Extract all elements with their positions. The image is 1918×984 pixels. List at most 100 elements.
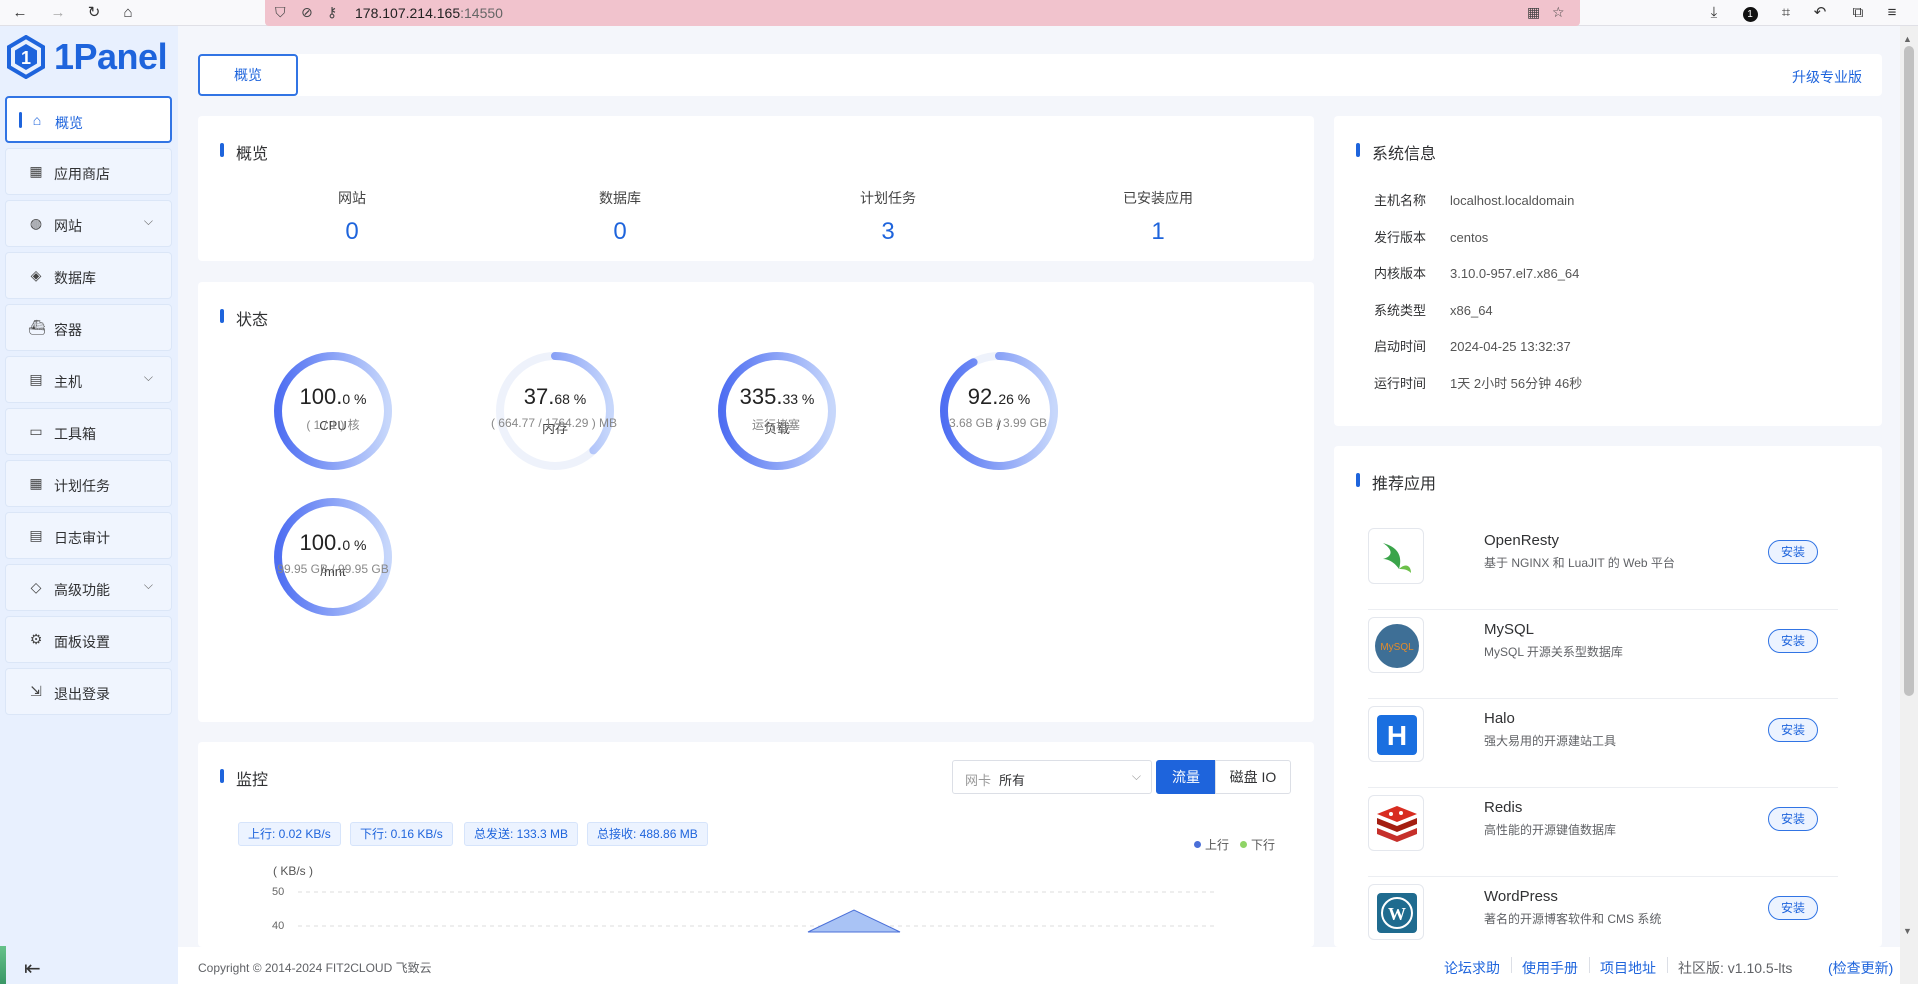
y-axis-unit: ( KB/s ) <box>273 864 314 878</box>
sidebar-item-label: 面板设置 <box>54 634 110 650</box>
gauge-value: 100.0 % <box>299 530 367 555</box>
app-name: Halo <box>1484 710 1515 727</box>
forum-link[interactable]: 论坛求助 <box>1444 958 1500 978</box>
gauge-detail: 3.68 GB / 3.99 GB <box>948 416 1048 430</box>
gauge-2: 335.33 % 负载 <box>712 346 842 476</box>
qr-code-icon[interactable]: ▦ <box>1527 4 1540 21</box>
gear-icon: ⚙ <box>29 631 43 647</box>
sidebar-item-4[interactable]: ⛴ 容器 <box>5 304 172 351</box>
menu-icon[interactable]: ≡ <box>1882 3 1902 23</box>
system-info-title: 系统信息 <box>1355 140 1436 164</box>
gauge-ring <box>496 352 614 470</box>
crop-icon[interactable]: ⌗ <box>1776 3 1796 23</box>
app-name: Redis <box>1484 799 1523 816</box>
sidebar-item-3[interactable]: ◈ 数据库 <box>5 252 172 299</box>
calendar-icon: ▦ <box>29 475 43 491</box>
copyright-text: Copyright © 2014-2024 FIT2CLOUD 飞致云 <box>198 961 432 975</box>
forward-icon[interactable]: → <box>48 3 68 23</box>
app-description: 基于 NGINX 和 LuaJIT 的 Web 平台 <box>1484 556 1675 570</box>
disk-io-button[interactable]: 磁盘 IO <box>1215 760 1291 794</box>
monitor-card: 监控 网卡 所有 ⌵ 流量 磁盘 IO 上行: 0.02 KB/s 下行: 0.… <box>198 742 1314 947</box>
sidebar-item-0[interactable]: ⌂ 概览 <box>5 96 172 143</box>
url-bar[interactable]: ⛉ ⊘ ⚷ 178.107.214.165:14550 ▦ ☆ <box>265 0 1580 26</box>
server-icon: ▤ <box>29 371 43 387</box>
sidebar-item-10[interactable]: ⚙ 面板设置 <box>5 616 172 663</box>
info-value: 2024-04-25 13:32:37 <box>1450 339 1571 354</box>
install-button[interactable]: 安装 <box>1768 540 1818 564</box>
stat-databases[interactable]: 数据库 0 <box>550 188 690 246</box>
chevron-down-icon: ⌵ <box>143 370 153 384</box>
collapse-menu-icon[interactable]: ⇤ <box>24 956 41 981</box>
logo[interactable]: 1 1Panel <box>6 34 176 80</box>
upgrade-pro-link[interactable]: 升级专业版 <box>1792 67 1862 87</box>
scroll-thumb[interactable] <box>1904 46 1914 696</box>
app-item: W WordPress 著名的开源博客软件和 CMS 系统 安装 <box>1368 878 1838 947</box>
legend-download[interactable]: 下行 <box>1240 836 1275 853</box>
nic-select[interactable]: 网卡 所有 ⌵ <box>952 760 1152 794</box>
sidebar-item-7[interactable]: ▦ 计划任务 <box>5 460 172 507</box>
sidebar-item-label: 概览 <box>55 115 83 131</box>
back-icon[interactable]: ← <box>10 3 30 23</box>
wordpress-icon: W <box>1368 884 1424 940</box>
sidebar-item-11[interactable]: ⇲ 退出登录 <box>5 668 172 715</box>
y-tick-40: 40 <box>272 920 285 932</box>
openresty-icon <box>1368 528 1424 584</box>
install-button[interactable]: 安装 <box>1768 807 1818 831</box>
undo-icon[interactable]: ↶ <box>1810 3 1830 23</box>
stat-installed-apps[interactable]: 已安装应用 1 <box>1088 188 1228 246</box>
lock-slash-icon: ⊘ <box>301 4 313 20</box>
extension-badge-icon[interactable]: 1 <box>1740 3 1760 23</box>
app-item: H Halo 强大易用的开源建站工具 安装 <box>1368 700 1838 788</box>
system-info-row: 发行版本 centos <box>1374 227 1488 246</box>
home-icon: ⌂ <box>32 112 42 128</box>
sidebar-item-5[interactable]: ▤ 主机 ⌵ <box>5 356 172 403</box>
sidebar-item-6[interactable]: ▭ 工具箱 <box>5 408 172 455</box>
sidebar-item-2[interactable]: ◍ 网站 ⌵ <box>5 200 172 247</box>
sidebar-item-label: 主机 <box>54 374 82 390</box>
docker-icon: ⛴ <box>28 319 46 335</box>
check-update-link[interactable]: (检查更新) <box>1828 958 1893 978</box>
info-value: x86_64 <box>1450 302 1493 318</box>
scroll-up-icon[interactable]: ▲ <box>1903 34 1912 44</box>
install-button[interactable]: 安装 <box>1768 629 1818 653</box>
bookmark-star-icon[interactable]: ☆ <box>1552 4 1565 21</box>
overview-card: 概览 网站 0 数据库 0 计划任务 3 已安装应用 1 <box>198 116 1314 261</box>
install-button[interactable]: 安装 <box>1768 718 1818 742</box>
project-link[interactable]: 项目地址 <box>1600 958 1656 978</box>
sidebar-item-8[interactable]: ▤ 日志审计 <box>5 512 172 559</box>
home-icon[interactable]: ⌂ <box>118 3 138 23</box>
stat-cron-jobs[interactable]: 计划任务 3 <box>818 188 958 246</box>
app-name: WordPress <box>1484 888 1558 905</box>
grid-icon: ▦ <box>29 163 43 179</box>
reload-icon[interactable]: ↻ <box>84 3 104 23</box>
total-sent-tag: 总发送: 133.3 MB <box>464 822 579 846</box>
extensions-icon[interactable]: ⧉ <box>1848 3 1868 23</box>
sidebar-item-label: 日志审计 <box>54 530 110 546</box>
info-value: 3.10.0-957.el7.x86_64 <box>1450 266 1580 281</box>
redis-icon <box>1368 795 1424 851</box>
key-icon: ⚷ <box>327 4 338 20</box>
gauge-detail: ( 1 / 1 ) 核 <box>306 418 360 432</box>
manual-link[interactable]: 使用手册 <box>1522 958 1578 978</box>
sidebar-item-9[interactable]: ◇ 高级功能 ⌵ <box>5 564 172 611</box>
footer-divider <box>1667 957 1668 973</box>
app-item: Redis 高性能的开源键值数据库 安装 <box>1368 789 1838 877</box>
url-text: 178.107.214.165:14550 <box>355 5 503 21</box>
stat-websites[interactable]: 网站 0 <box>282 188 422 246</box>
sidebar-item-1[interactable]: ▦ 应用商店 <box>5 148 172 195</box>
sidebar: 1 1Panel ⌂ 概览 ▦ 应用商店 ◍ 网站 ⌵ ◈ 数据库 ⛴ 容器 ▤ 主机 ⌵ ▭ 工具箱 ▦ 计划任… <box>0 26 178 984</box>
gauge-value: 335.33 % <box>739 384 815 409</box>
recommended-apps-title: 推荐应用 <box>1355 470 1436 494</box>
footer-divider <box>1511 957 1512 973</box>
tab-overview[interactable]: 概览 <box>198 54 298 96</box>
install-button[interactable]: 安装 <box>1768 896 1818 920</box>
app-item: OpenResty 基于 NGINX 和 LuaJIT 的 Web 平台 安装 <box>1368 522 1838 610</box>
traffic-button[interactable]: 流量 <box>1156 760 1216 794</box>
scroll-down-icon[interactable]: ▼ <box>1903 926 1912 936</box>
page-scrollbar[interactable]: ▲ ▼ <box>1900 26 1918 984</box>
legend-upload[interactable]: 上行 <box>1194 836 1229 853</box>
gauge-ring <box>274 498 392 616</box>
app-description: 强大易用的开源建站工具 <box>1484 734 1617 748</box>
download-icon[interactable]: ⤓ <box>1704 3 1724 23</box>
sidebar-item-label: 数据库 <box>54 270 96 286</box>
